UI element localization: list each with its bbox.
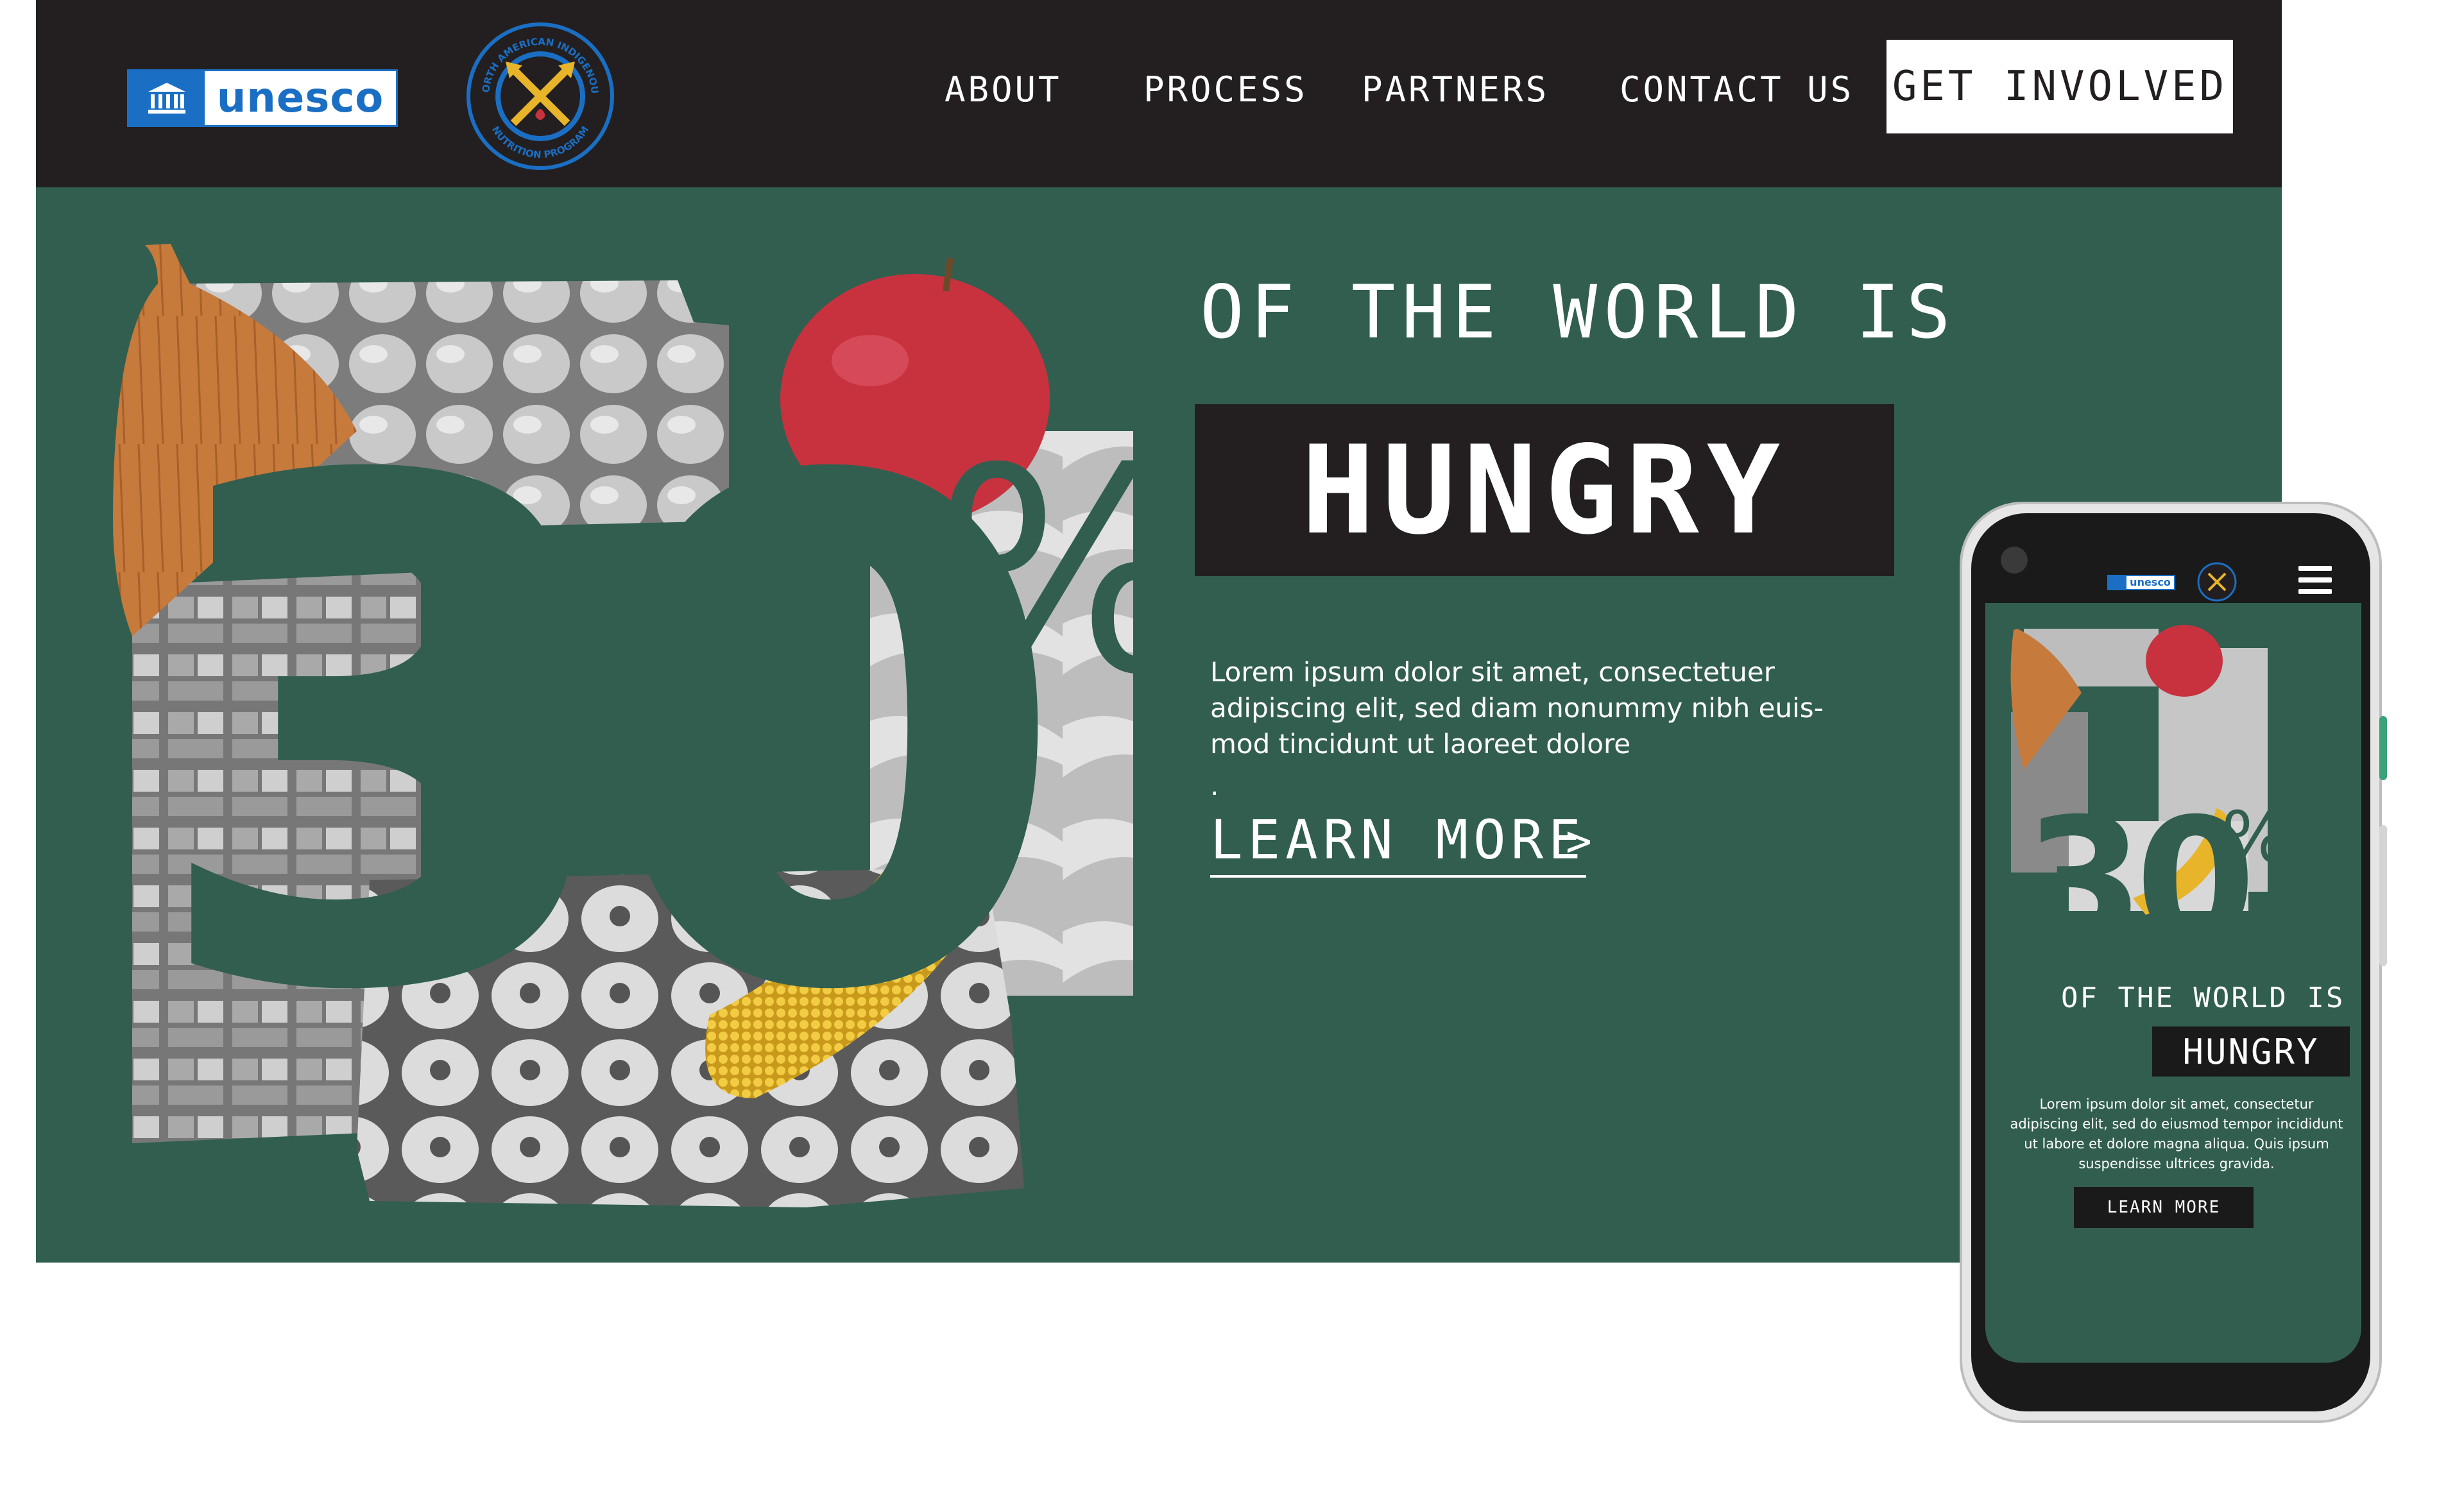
hero-headline: OF THE WORLD IS — [1200, 269, 1957, 355]
hungry-highlight-box: HUNGRY — [1195, 404, 1894, 576]
chevron-right-icon[interactable]: > — [1566, 816, 1592, 867]
nav-about[interactable]: ABOUT — [945, 64, 1062, 115]
hero-body-trailing-dot: . — [1210, 770, 1219, 801]
phone-volume-button — [2379, 825, 2387, 966]
hamburger-icon[interactable] — [2298, 566, 2332, 597]
big-30-number: 30 — [145, 336, 1071, 1142]
nutrition-program-seal-icon[interactable]: NORTH AMERICAN INDIGENOUS NUTRITION PROG… — [463, 19, 617, 173]
phone-mockup: unesco 30 % OF THE WORLD IS HUNGRY Lorem… — [1960, 502, 2387, 1423]
camera-icon — [2001, 547, 2028, 574]
mobile-seal-icon[interactable] — [2197, 562, 2237, 602]
unesco-logo[interactable]: unesco — [127, 69, 398, 127]
mobile-unesco-logo[interactable]: unesco — [2107, 575, 2175, 590]
mobile-big-30-number: 30 — [2024, 781, 2256, 983]
unesco-wordmark: unesco — [216, 74, 384, 122]
hungry-text: HUNGRY — [1301, 419, 1788, 561]
mobile-learn-more-button[interactable]: LEARN MORE — [2074, 1187, 2254, 1228]
mobile-body-text: Lorem ipsum dolor sit amet, consectetur … — [2010, 1096, 2343, 1171]
mobile-percent-sign: % — [2221, 796, 2289, 878]
phone-frame: unesco 30 % OF THE WORLD IS HUNGRY Lorem… — [1971, 513, 2370, 1411]
nav-process[interactable]: PROCESS — [1143, 64, 1308, 115]
get-involved-button[interactable]: GET INVOLVED — [1887, 40, 2233, 133]
unesco-temple-icon — [129, 71, 205, 125]
mobile-headline: OF THE WORLD IS — [2061, 982, 2345, 1014]
learn-more-link[interactable]: LEARN MORE — [1210, 808, 1586, 878]
mobile-unesco-temple-icon — [2109, 576, 2126, 589]
nav-partners[interactable]: PARTNERS — [1362, 64, 1549, 115]
hero-body-text: Lorem ipsum dolor sit amet, consectetuer… — [1210, 656, 1824, 760]
percent-sign: % — [934, 408, 1203, 736]
mobile-unesco-wordmark: unesco — [2130, 576, 2171, 588]
nav-contact-us[interactable]: CONTACT US — [1620, 64, 1854, 115]
mobile-hungry-highlight: HUNGRY — [2152, 1026, 2350, 1077]
phone-side-button — [2379, 716, 2387, 780]
